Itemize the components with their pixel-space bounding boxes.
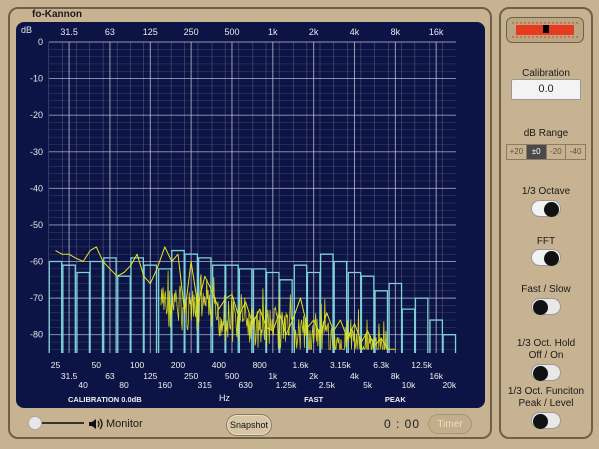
- db-range-option[interactable]: +20: [507, 145, 527, 159]
- top-freq-label: 31.5: [60, 27, 78, 37]
- fft-toggle[interactable]: [531, 249, 561, 266]
- y-tick-label: -50: [30, 220, 43, 230]
- hold-label-line1: 1/3 Oct. Hold: [516, 338, 576, 349]
- bottom-freq-label: 2k: [309, 371, 319, 381]
- fft-trace-detail: [160, 270, 388, 351]
- bottom-freq-label: 160: [158, 380, 172, 390]
- bottom-freq-label: 315: [198, 380, 212, 390]
- band-bar: [48, 260, 63, 353]
- top-freq-label: 2k: [309, 27, 319, 37]
- speed-status: FAST: [304, 395, 324, 404]
- top-freq-label: 250: [184, 27, 199, 37]
- y-tick-label: -80: [30, 330, 43, 340]
- y-tick-label: -40: [30, 183, 43, 193]
- bottom-freq-label: 400: [212, 360, 226, 370]
- band-bar: [442, 334, 457, 353]
- slider-knob[interactable]: [28, 416, 42, 430]
- bottom-freq-label: 800: [253, 360, 267, 370]
- db-range-option-selected[interactable]: ±0: [526, 145, 547, 159]
- y-tick-label: -10: [30, 74, 43, 84]
- toggle-knob: [544, 251, 559, 266]
- level-meter-icon: [506, 17, 584, 43]
- bottom-freq-label: 31.5: [61, 371, 78, 381]
- function-label-line2: Peak / Level: [518, 398, 574, 409]
- monitor-volume-slider[interactable]: [28, 416, 88, 430]
- bottom-freq-label: 630: [238, 380, 252, 390]
- timer-button[interactable]: Timer: [428, 414, 472, 434]
- mode-status: PEAK: [385, 395, 406, 404]
- band-bar: [414, 297, 429, 353]
- function-label-line1: 1/3 Oct. Funciton: [507, 386, 585, 397]
- y-axis-unit: dB: [21, 25, 32, 35]
- bottom-freq-label: 40: [78, 380, 88, 390]
- bottom-freq-label: 25: [51, 360, 61, 370]
- fast-slow-toggle[interactable]: [531, 298, 561, 315]
- y-tick-label: -30: [30, 147, 43, 157]
- bottom-freq-label: 100: [130, 360, 144, 370]
- timer-readout: 0 : 00: [384, 417, 421, 431]
- bottom-freq-label: 200: [171, 360, 185, 370]
- top-freq-label: 1k: [268, 27, 278, 37]
- bottom-freq-label: 250: [184, 371, 198, 381]
- db-range-option[interactable]: -40: [566, 145, 585, 159]
- function-toggle[interactable]: [531, 412, 561, 429]
- y-tick-label: -70: [30, 293, 43, 303]
- bottom-freq-label: 1.25k: [276, 380, 298, 390]
- third-octave-label: 1/3 Octave: [521, 186, 571, 197]
- spectrum-panel: 0 -10 -20 -30 -40 -50 -60 -70 -80 31.5 63 125 250 500…: [16, 22, 485, 408]
- calibration-field[interactable]: 0.0: [511, 79, 581, 100]
- top-freq-label: 16k: [429, 27, 444, 37]
- y-tick-label: -20: [30, 110, 43, 120]
- third-octave-toggle[interactable]: [531, 200, 561, 217]
- bottom-freq-label: 5k: [363, 380, 373, 390]
- top-freq-label: 63: [105, 27, 115, 37]
- bottom-freq-label: 63: [105, 371, 115, 381]
- band-bar: [117, 275, 131, 353]
- band-bar: [89, 260, 104, 353]
- db-range-selector[interactable]: +20 ±0 -20 -40: [506, 144, 586, 160]
- bottom-freq-label: 3.15k: [330, 360, 352, 370]
- top-freq-label: 4k: [350, 27, 360, 37]
- top-freq-label: 500: [224, 27, 239, 37]
- band-bar: [401, 308, 416, 353]
- y-tick-label: 0: [38, 37, 43, 47]
- snapshot-button[interactable]: Snapshot: [226, 414, 272, 436]
- speaker-icon: [89, 418, 103, 430]
- hold-toggle[interactable]: [531, 364, 561, 381]
- x-axis-unit: Hz: [219, 393, 230, 403]
- toggle-knob: [533, 300, 548, 315]
- toggle-knob: [533, 366, 548, 381]
- bottom-freq-label: 20k: [442, 380, 456, 390]
- hold-label-line2: Off / On: [528, 350, 564, 361]
- calibration-status: CALIBRATION 0.0dB: [68, 395, 142, 404]
- fast-slow-label: Fast / Slow: [521, 284, 571, 295]
- top-freq-label: 125: [143, 27, 158, 37]
- bottom-freq-label: 6.3k: [373, 360, 390, 370]
- toggle-knob: [544, 202, 559, 217]
- bottom-freq-label: 10k: [402, 380, 416, 390]
- bottom-freq-label: 50: [92, 360, 102, 370]
- bottom-freq-label: 125: [143, 371, 157, 381]
- bottom-freq-label: 80: [119, 380, 129, 390]
- fft-label: FFT: [536, 236, 556, 247]
- monitor-label: Monitor: [106, 418, 143, 430]
- bottom-freq-label: 4k: [350, 371, 360, 381]
- toggle-knob: [533, 414, 548, 429]
- bottom-freq-label: 2.5k: [319, 380, 336, 390]
- db-range-label: dB Range: [523, 128, 569, 139]
- top-freq-label: 8k: [391, 27, 401, 37]
- y-tick-label: -60: [30, 257, 43, 267]
- bottom-freq-label: 8k: [391, 371, 401, 381]
- db-range-option[interactable]: -20: [547, 145, 567, 159]
- bottom-freq-label: 500: [225, 371, 239, 381]
- bottom-freq-label: 1.6k: [292, 360, 309, 370]
- bottom-freq-label: 12.5k: [411, 360, 433, 370]
- spectrum-chart: 0 -10 -20 -30 -40 -50 -60 -70 -80 31.5 63 125 250 500…: [21, 25, 457, 404]
- band-bar: [171, 249, 185, 353]
